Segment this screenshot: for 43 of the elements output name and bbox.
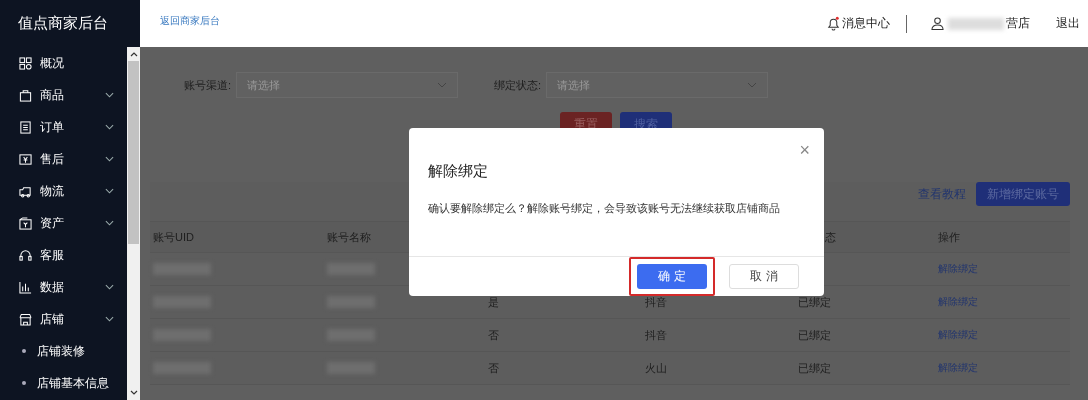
- cancel-button[interactable]: 取 消: [729, 264, 799, 289]
- bell-icon: [826, 16, 841, 31]
- sidebar-subitem[interactable]: 店铺基本信息: [0, 367, 127, 399]
- logout-link[interactable]: 退出: [1056, 15, 1080, 32]
- sidebar-item[interactable]: 数据: [0, 271, 127, 303]
- user-menu[interactable]: 营店: [931, 15, 1030, 32]
- sidebar-item[interactable]: 客服: [0, 239, 127, 271]
- store-icon: [19, 312, 32, 326]
- back-link[interactable]: 返回商家后台: [160, 13, 220, 28]
- chevron-down-icon: [747, 82, 758, 88]
- dialog-message: 确认要解除绑定么？解除账号绑定，会导致该账号无法继续获取店铺商品: [427, 200, 781, 216]
- sidebar-item[interactable]: 订单: [0, 111, 127, 143]
- close-button[interactable]: ×: [799, 143, 810, 157]
- chevron-down-icon: [437, 82, 448, 88]
- grid-icon: [19, 56, 32, 70]
- bag-icon: [19, 88, 32, 102]
- user-icon: [931, 17, 944, 30]
- sidebar-item[interactable]: 资产: [0, 207, 127, 239]
- table-cell: 是: [488, 294, 499, 310]
- column-header: 态: [825, 229, 836, 245]
- blurred-name: [948, 17, 1004, 30]
- truck-icon: [19, 184, 32, 198]
- table-cell: 否: [488, 360, 499, 376]
- headset-icon: [19, 248, 32, 262]
- sidebar-subitem[interactable]: 店铺装修: [0, 335, 127, 367]
- message-center-link[interactable]: 消息中心: [826, 15, 890, 32]
- document-icon: [19, 120, 32, 134]
- sidebar-item[interactable]: 概况: [0, 47, 127, 79]
- yen-icon: [19, 152, 32, 166]
- bar-chart-icon: [19, 280, 32, 294]
- sidebar-item[interactable]: 店铺: [0, 303, 127, 335]
- table-cell: 否: [488, 327, 499, 343]
- sidebar-item[interactable]: 商品: [0, 79, 127, 111]
- scroll-up-icon[interactable]: [129, 51, 138, 57]
- scroll-thumb[interactable]: [128, 61, 139, 244]
- dialog-title: 解除绑定: [428, 162, 488, 181]
- scrollbar[interactable]: [127, 47, 140, 400]
- sidebar-item[interactable]: 物流: [0, 175, 127, 207]
- app-title: 值点商家后台: [17, 13, 109, 33]
- scroll-down-icon[interactable]: [129, 390, 138, 396]
- confirm-button[interactable]: 确 定: [637, 264, 707, 289]
- sidebar-item[interactable]: 售后: [0, 143, 127, 175]
- wallet-icon: [19, 216, 32, 230]
